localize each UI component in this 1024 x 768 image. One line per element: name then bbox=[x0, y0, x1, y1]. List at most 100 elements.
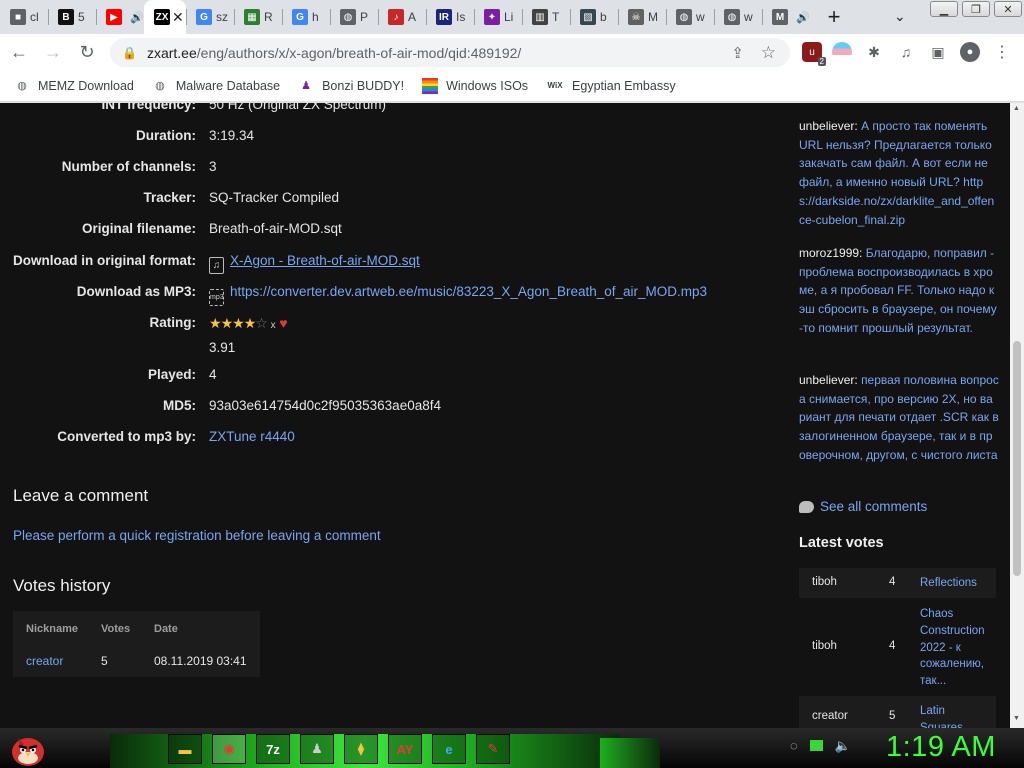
rating-star-icon[interactable]: ★ bbox=[221, 315, 234, 331]
tab[interactable]: ☠ M bbox=[618, 0, 666, 34]
ay-player-icon[interactable]: AY bbox=[388, 734, 422, 764]
archiver-icon[interactable]: ⧫ bbox=[344, 734, 378, 764]
sidebar-comment[interactable]: unbeliever: А просто так поменять URL не… bbox=[799, 117, 999, 229]
new-tab-button[interactable]: + bbox=[816, 0, 852, 34]
menu-kebab-icon[interactable]: ⋮ bbox=[992, 42, 1012, 62]
scroll-up-arrow-icon[interactable]: ▲ bbox=[1013, 105, 1020, 112]
mp3-file-icon: mp3 bbox=[209, 289, 224, 306]
tab[interactable]: ◍ P bbox=[330, 0, 378, 34]
registration-link[interactable]: Please perform a quick registration befo… bbox=[13, 528, 381, 543]
bookmark-item[interactable]: ◍ MEMZ Download bbox=[14, 78, 134, 94]
tab[interactable]: ▧ b bbox=[570, 0, 618, 34]
tab-title: 5 bbox=[78, 10, 85, 24]
tab[interactable]: ◍ w bbox=[666, 0, 714, 34]
download-mp3-link[interactable]: https://converter.dev.artweb.ee/music/83… bbox=[230, 284, 707, 299]
rating-star-icon[interactable]: ★ bbox=[244, 315, 257, 331]
sidebar-comment[interactable]: moroz1999: Благодарю, поправил - проблем… bbox=[799, 244, 999, 338]
latest-vote-title-link[interactable]: Latin Squares bbox=[920, 703, 990, 728]
bookmark-item[interactable]: ♟ Bonzi BUDDY! bbox=[298, 78, 404, 94]
bookmark-item[interactable]: Windows ISOs bbox=[422, 77, 528, 94]
info-label: Original filename: bbox=[81, 221, 196, 236]
tab-title: cl bbox=[30, 10, 39, 24]
registration-message[interactable]: Please perform a quick registration befo… bbox=[13, 528, 381, 543]
file-explorer-icon[interactable]: ▬ bbox=[168, 734, 202, 764]
favorite-heart-icon[interactable]: ♥ bbox=[279, 315, 287, 331]
ir-icon: IR bbox=[436, 9, 452, 25]
bookmark-item[interactable]: ◍ Malware Database bbox=[152, 78, 280, 94]
flag-extension-icon[interactable] bbox=[832, 42, 852, 62]
tab[interactable]: ▶ 🔊 bbox=[96, 0, 144, 34]
tab[interactable]: ◍ w bbox=[714, 0, 762, 34]
speaker-icon[interactable]: 🔊 bbox=[130, 11, 144, 24]
minimize-button[interactable]: ▁ bbox=[930, 1, 958, 17]
tab[interactable]: ▥ T bbox=[522, 0, 570, 34]
internet-explorer-icon[interactable]: e bbox=[432, 734, 466, 764]
tab[interactable]: MM🔊 bbox=[762, 0, 810, 34]
address-bar[interactable]: 🔒 zxart.ee/eng/authors/x/x-agon/breath-o… bbox=[110, 38, 790, 67]
latest-votes-heading: Latest votes bbox=[799, 535, 884, 551]
rating-star-icon[interactable]: ★ bbox=[232, 315, 245, 331]
vote-nickname-link[interactable]: creator bbox=[26, 654, 63, 668]
rating-stars[interactable]: ★★★★☆ bbox=[209, 315, 268, 331]
tab[interactable]: ▦ R bbox=[234, 0, 282, 34]
bonzi-icon[interactable]: ♟ bbox=[300, 734, 334, 764]
globe-icon: ◍ bbox=[676, 9, 692, 25]
side-panel-icon[interactable]: ▣ bbox=[928, 42, 948, 62]
close-tab-icon[interactable]: ✕ bbox=[172, 9, 184, 26]
start-angry-bird-icon[interactable] bbox=[8, 728, 48, 768]
speaker-icon[interactable]: 🔊 bbox=[796, 11, 810, 24]
tab[interactable]: B5 bbox=[48, 0, 96, 34]
reload-button[interactable]: ↻ bbox=[72, 37, 102, 67]
bookmark-item[interactable]: WiX Egyptian Embassy bbox=[546, 78, 676, 94]
battery-icon[interactable] bbox=[809, 740, 823, 751]
tab-search-chevron-icon[interactable]: ⌄ bbox=[894, 8, 906, 25]
comment-author[interactable]: unbeliever: bbox=[799, 373, 858, 387]
comment-text[interactable]: А просто так поменять URL нельзя? Предла… bbox=[799, 119, 994, 227]
tool-icon[interactable]: ✎ bbox=[476, 734, 510, 764]
tab[interactable]: ✦ Li bbox=[474, 0, 522, 34]
back-button[interactable]: ← bbox=[4, 37, 34, 67]
bookmark-star-icon[interactable]: ☆ bbox=[761, 43, 776, 63]
info-value: SQ-Tracker Compiled bbox=[209, 190, 340, 205]
page-scrollbar[interactable]: ▲ ▼ bbox=[1010, 103, 1024, 728]
latest-vote-user: tiboh bbox=[812, 576, 837, 588]
comment-author[interactable]: moroz1999: bbox=[799, 246, 862, 260]
sidebar-comment[interactable]: unbeliever: первая половина вопроса сним… bbox=[799, 371, 999, 465]
network-globe-icon[interactable]: ◌ bbox=[790, 738, 798, 754]
see-all-comments-label[interactable]: See all comments bbox=[820, 499, 927, 514]
chrome-icon[interactable]: ◉ bbox=[212, 734, 246, 764]
see-all-comments-link[interactable]: See all comments bbox=[799, 499, 927, 514]
maximize-button[interactable]: ❐ bbox=[962, 1, 990, 17]
info-label: MD5: bbox=[163, 398, 196, 413]
download-original-link[interactable]: X-Agon - Breath-of-air-MOD.sqt bbox=[230, 253, 420, 268]
ublock-extension-icon[interactable]: u2 bbox=[802, 42, 826, 66]
share-icon[interactable]: ⇪ bbox=[731, 44, 744, 62]
remove-vote-icon[interactable]: x bbox=[271, 320, 276, 331]
tab[interactable]: ■ cl bbox=[0, 0, 48, 34]
rating-star-icon[interactable]: ★ bbox=[209, 315, 222, 331]
puzzle-extensions-icon[interactable]: ✱ bbox=[864, 42, 884, 62]
latest-vote-title-link[interactable]: Chaos Construction 2022 - к сожалению, т… bbox=[920, 606, 990, 690]
rating-star-icon[interactable]: ☆ bbox=[255, 315, 268, 331]
scroll-down-arrow-icon[interactable]: ▼ bbox=[1013, 715, 1020, 722]
tab-active[interactable]: ZX ✕ bbox=[144, 0, 186, 34]
tab[interactable]: Gh bbox=[282, 0, 330, 34]
scrollbar-thumb[interactable] bbox=[1013, 341, 1021, 576]
tab[interactable]: Gsz bbox=[186, 0, 234, 34]
comment-author[interactable]: unbeliever: bbox=[799, 119, 858, 133]
close-window-button[interactable]: ✕ bbox=[994, 1, 1022, 17]
url-text[interactable]: zxart.ee/eng/authors/x/x-agon/breath-of-… bbox=[147, 45, 521, 61]
lock-icon[interactable]: 🔒 bbox=[122, 46, 137, 60]
volume-icon[interactable]: 🔈 bbox=[835, 738, 851, 754]
7zip-icon[interactable]: 7z bbox=[256, 734, 290, 764]
latest-vote-row: tiboh 4 Reflections bbox=[799, 568, 996, 598]
tab[interactable]: ♪ A bbox=[378, 0, 426, 34]
latest-vote-title-link[interactable]: Reflections bbox=[920, 575, 990, 592]
profile-avatar-icon[interactable]: ● bbox=[960, 42, 980, 62]
forward-button[interactable]: → bbox=[38, 37, 68, 67]
converter-link[interactable]: ZXTune r4440 bbox=[209, 429, 295, 444]
latest-vote-value: 4 bbox=[889, 640, 896, 652]
media-control-icon[interactable]: ♫ bbox=[896, 42, 916, 62]
taskbar-clock[interactable]: 1:19 AM bbox=[886, 731, 996, 764]
tab[interactable]: IR Is bbox=[426, 0, 474, 34]
